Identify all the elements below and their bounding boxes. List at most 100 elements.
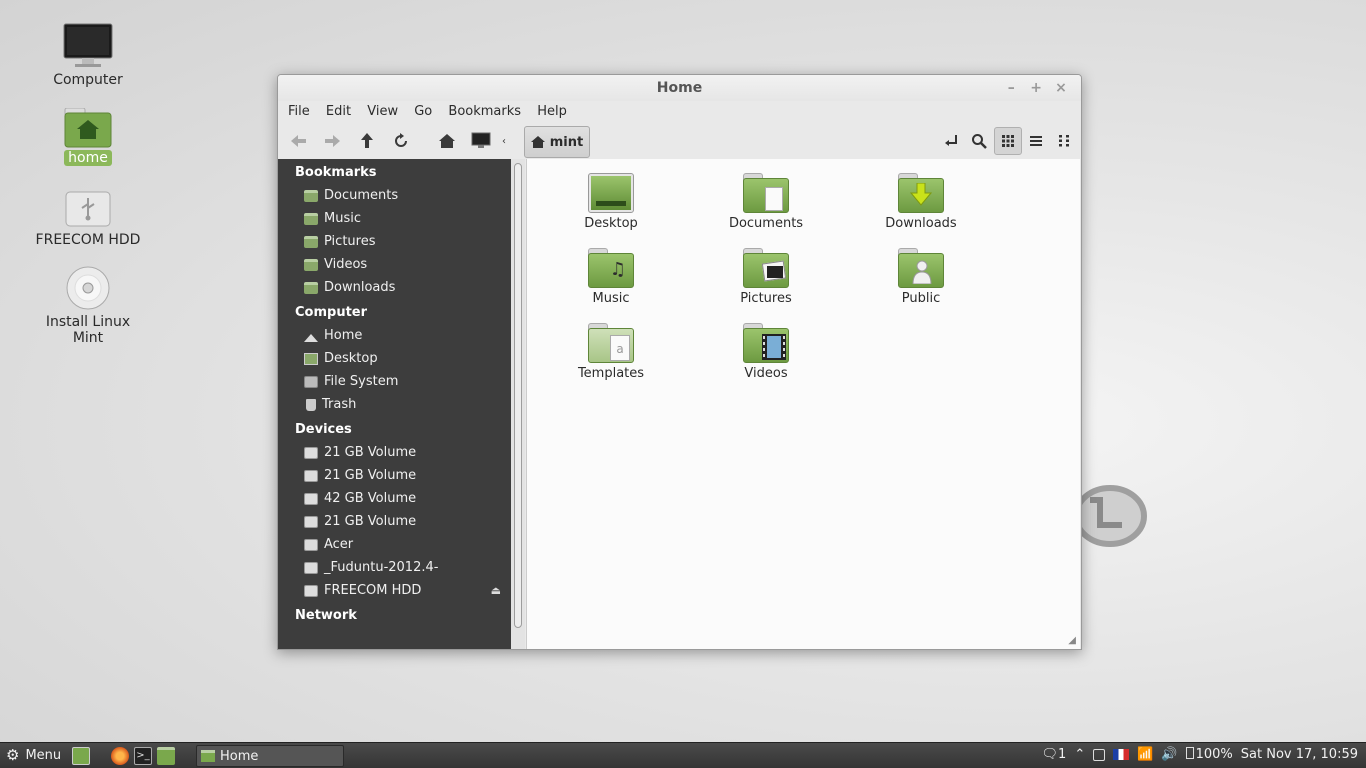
sidebar-item-music[interactable]: Music bbox=[278, 207, 511, 230]
file-item-label: Templates bbox=[577, 366, 645, 381]
resize-grip-icon[interactable]: ◢ bbox=[1068, 635, 1076, 646]
path-button-mint[interactable]: mint bbox=[524, 126, 590, 158]
list-view-button[interactable] bbox=[1022, 127, 1050, 155]
sidebar-item-label: Trash bbox=[322, 397, 357, 412]
sidebar-item-device[interactable]: Acer bbox=[278, 533, 511, 556]
sidebar-item-label: 21 GB Volume bbox=[324, 445, 417, 460]
reload-icon bbox=[395, 133, 407, 147]
search-button[interactable] bbox=[965, 127, 993, 155]
drive-icon bbox=[304, 561, 318, 574]
sidebar-item-device[interactable]: 21 GB Volume bbox=[278, 464, 511, 487]
arrow-up-icon bbox=[361, 133, 373, 148]
menu-file[interactable]: File bbox=[282, 101, 316, 123]
sidebar-item-desktop[interactable]: Desktop bbox=[278, 347, 511, 370]
sidebar-item-documents[interactable]: Documents bbox=[278, 184, 511, 207]
sidebar-item-device[interactable]: 42 GB Volume bbox=[278, 487, 511, 510]
file-item-videos[interactable]: Videos bbox=[711, 323, 821, 381]
file-item-desktop[interactable]: Desktop bbox=[556, 173, 666, 231]
menu-edit[interactable]: Edit bbox=[320, 101, 357, 123]
update-manager-icon[interactable] bbox=[1093, 748, 1106, 761]
minimize-button[interactable]: – bbox=[1001, 75, 1021, 101]
notification-count: 1 bbox=[1058, 747, 1067, 762]
sidebar-item-label: Desktop bbox=[324, 351, 378, 366]
compact-view-button[interactable] bbox=[1050, 127, 1078, 155]
maximize-button[interactable]: + bbox=[1026, 75, 1046, 101]
path-scroll-left[interactable]: ‹ bbox=[496, 127, 512, 155]
sidebar-item-freecom-hdd[interactable]: FREECOM HDD ⏏ bbox=[278, 579, 511, 602]
reload-button[interactable] bbox=[387, 127, 415, 155]
menu-help[interactable]: Help bbox=[531, 101, 573, 123]
scrollbar-thumb[interactable] bbox=[514, 163, 522, 628]
volume-icon[interactable]: 🔊 bbox=[1161, 747, 1177, 762]
monitor-icon bbox=[63, 23, 113, 67]
folder-icon bbox=[304, 189, 318, 202]
menu-view[interactable]: View bbox=[361, 101, 404, 123]
sidebar-item-trash[interactable]: Trash bbox=[278, 393, 511, 416]
clock[interactable]: Sat Nov 17, 10:59 bbox=[1241, 747, 1358, 762]
chevron-up-icon[interactable]: ⌃ bbox=[1074, 747, 1085, 762]
sidebar-item-label: Acer bbox=[324, 537, 354, 552]
show-desktop-launcher[interactable] bbox=[72, 747, 90, 765]
desktop-icon-computer[interactable]: Computer bbox=[28, 22, 148, 88]
files-launcher[interactable] bbox=[157, 747, 175, 765]
desktop-icon-install-linux-mint[interactable]: Install Linux Mint bbox=[28, 264, 148, 346]
back-button[interactable] bbox=[285, 127, 313, 155]
wifi-icon[interactable]: 📶 bbox=[1137, 747, 1153, 762]
home-icon bbox=[439, 134, 455, 148]
folder-icon bbox=[201, 750, 215, 762]
taskbar-window-home[interactable]: Home bbox=[196, 745, 344, 767]
cd-disc-icon bbox=[66, 266, 110, 310]
notifications-indicator[interactable]: 🗨1 bbox=[1042, 747, 1067, 762]
file-item-label: Documents bbox=[728, 216, 804, 231]
harddisk-icon bbox=[304, 375, 318, 388]
sidebar-item-device[interactable]: 21 GB Volume bbox=[278, 441, 511, 464]
file-item-music[interactable]: ♫ Music bbox=[556, 248, 666, 306]
window-titlebar[interactable]: Home – + × bbox=[278, 75, 1081, 101]
chevron-left-icon: ‹ bbox=[502, 135, 506, 147]
sidebar-item-device[interactable]: 21 GB Volume bbox=[278, 510, 511, 533]
file-item-pictures[interactable]: Pictures bbox=[711, 248, 821, 306]
battery-indicator[interactable]: 100% bbox=[1185, 747, 1233, 762]
file-item-public[interactable]: Public bbox=[866, 248, 976, 306]
taskbar-window-label: Home bbox=[220, 748, 259, 764]
sidebar-item-label: 42 GB Volume bbox=[324, 491, 417, 506]
keyboard-layout-flag-icon[interactable] bbox=[1113, 749, 1130, 760]
terminal-launcher[interactable]: >_ bbox=[134, 747, 152, 765]
folder-music-icon: ♫ bbox=[588, 248, 634, 288]
sidebar-item-label: File System bbox=[324, 374, 399, 389]
menu-bookmarks[interactable]: Bookmarks bbox=[442, 101, 527, 123]
icon-view-button[interactable] bbox=[994, 127, 1022, 155]
sidebar-item-videos[interactable]: Videos bbox=[278, 253, 511, 276]
eject-icon[interactable]: ⏏ bbox=[491, 579, 501, 602]
folder-downloads-icon bbox=[898, 173, 944, 213]
folder-templates-icon: a bbox=[588, 323, 634, 363]
home-button[interactable] bbox=[433, 127, 461, 155]
menu-go[interactable]: Go bbox=[408, 101, 438, 123]
home-folder-icon bbox=[64, 108, 112, 148]
file-item-downloads[interactable]: Downloads bbox=[866, 173, 976, 231]
sidebar-heading-bookmarks: Bookmarks bbox=[295, 165, 377, 180]
window-controls: – + × bbox=[1001, 75, 1071, 101]
start-menu-button[interactable]: ⚙ Menu bbox=[6, 747, 61, 763]
sidebar-item-downloads[interactable]: Downloads bbox=[278, 276, 511, 299]
sidebar-item-pictures[interactable]: Pictures bbox=[278, 230, 511, 253]
file-view[interactable]: Desktop Documents Downloads ♫ Music Pict… bbox=[526, 159, 1080, 649]
file-item-label: Pictures bbox=[740, 291, 792, 306]
forward-button[interactable] bbox=[318, 127, 346, 155]
file-item-templates[interactable]: a Templates bbox=[556, 323, 666, 381]
desktop-icon-freecom-hdd[interactable]: FREECOM HDD bbox=[28, 190, 148, 248]
toolbar: ‹ mint bbox=[278, 123, 1081, 163]
close-button[interactable]: × bbox=[1051, 75, 1071, 101]
up-button[interactable] bbox=[353, 127, 381, 155]
firefox-launcher[interactable] bbox=[111, 747, 129, 765]
chat-bubble-icon: 🗨 bbox=[1041, 747, 1059, 762]
sidebar-scrollbar[interactable] bbox=[511, 159, 525, 649]
sidebar-item-file-system[interactable]: File System bbox=[278, 370, 511, 393]
toggle-location-button[interactable] bbox=[938, 127, 966, 155]
monitor-icon bbox=[471, 132, 491, 148]
file-item-documents[interactable]: Documents bbox=[711, 173, 821, 231]
desktop-icon-home[interactable]: home bbox=[28, 108, 148, 166]
computer-button[interactable] bbox=[467, 127, 495, 155]
sidebar-item-device[interactable]: _Fuduntu-2012.4- bbox=[278, 556, 511, 579]
sidebar-item-home[interactable]: Home bbox=[278, 324, 511, 347]
